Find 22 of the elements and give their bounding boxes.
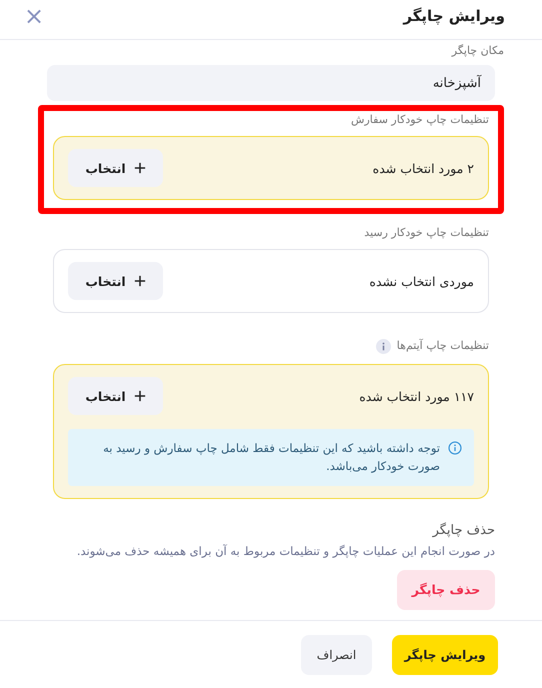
section-label: تنظیمات چاپ آیتم‌ها xyxy=(396,339,489,352)
select-button[interactable]: انتخاب xyxy=(68,149,163,187)
plus-icon xyxy=(134,162,146,174)
location-field[interactable]: آشپزخانه xyxy=(47,65,495,101)
save-button[interactable]: ویرایش چاپگر xyxy=(392,634,498,674)
section-label: تنظیمات چاپ خودکار سفارش xyxy=(351,113,489,126)
note-text: توجه داشته باشید که این تنظیمات فقط شامل چاپ سفارش و رسید به صورت خودکار می‌باشد. xyxy=(102,440,440,476)
delete-description: در صورت انجام این عملیات چاپگر و تنظیمات مربوط به آن برای همیشه حذف می‌شوند. xyxy=(76,544,496,558)
dialog-title: ویرایش چاپگر xyxy=(403,6,505,24)
cancel-button[interactable]: انصراف xyxy=(301,634,372,674)
selection-summary: ۱۱۷ مورد انتخاب شده xyxy=(359,388,474,404)
info-icon[interactable] xyxy=(376,339,391,354)
section-label: تنظیمات چاپ خودکار رسید xyxy=(364,226,489,239)
selection-summary: ۲ مورد انتخاب شده xyxy=(372,160,474,176)
field-label: مکان چاپگر xyxy=(452,44,504,57)
delete-title: حذف چاپگر xyxy=(432,522,496,538)
select-button[interactable]: انتخاب xyxy=(68,262,163,300)
plus-icon xyxy=(134,390,146,402)
selection-summary: موردی انتخاب نشده xyxy=(369,274,474,288)
info-icon xyxy=(448,441,462,455)
select-button[interactable]: انتخاب xyxy=(68,377,163,415)
plus-icon xyxy=(134,275,146,287)
